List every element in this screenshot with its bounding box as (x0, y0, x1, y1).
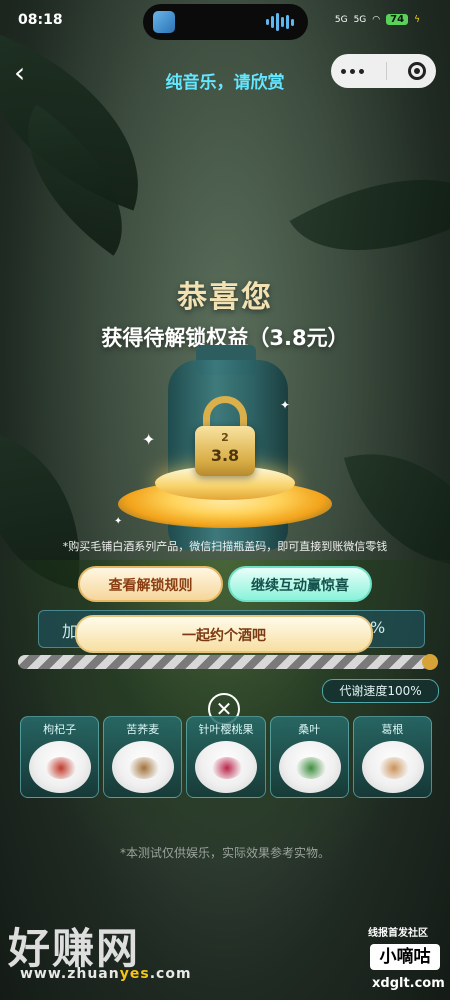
continue-interact-button[interactable]: 继续互动赢惊喜 (228, 566, 372, 602)
ingredient-image (295, 757, 326, 779)
lock-value: 3.8 (210, 446, 240, 465)
ingredient-card[interactable]: 桑叶 (269, 716, 349, 798)
ingredient-name: 针叶樱桃果 (198, 723, 254, 736)
ingredient-name: 苦荞麦 (126, 723, 160, 736)
more-options-icon[interactable] (341, 68, 364, 74)
congrats-heading: 恭喜您 (177, 280, 273, 315)
ingredient-cards: 枸杞子 苦荞麦 针叶樱桃果 桑叶 葛根 (20, 716, 433, 798)
ingredient-image (378, 757, 409, 779)
progress-end-icon (422, 654, 438, 670)
status-time: 08:18 (18, 12, 63, 28)
ingredient-name: 葛根 (381, 723, 404, 736)
purchase-notice: *购买毛铺白酒系列产品，微信扫描瓶盖码，即可直接到账微信零钱 (62, 540, 388, 553)
page-title: 纯音乐，请欣赏 (165, 73, 285, 93)
back-button[interactable]: ‹ (14, 58, 44, 88)
status-bar: 08:18 5G 5G ◠ 74 ϟ (0, 0, 450, 48)
ingredient-card[interactable]: 葛根 (352, 716, 433, 798)
close-miniprogram-icon[interactable] (408, 62, 426, 80)
battery-icon: 74 (386, 14, 409, 25)
dynamic-island (143, 4, 308, 40)
ingredient-name: 桑叶 (298, 723, 321, 736)
ingredient-image (46, 757, 76, 779)
miniprogram-capsule[interactable] (331, 54, 436, 88)
view-rules-button[interactable]: 查看解锁规则 (78, 566, 223, 602)
sparkle-icon: ✦ (114, 516, 123, 527)
drink-together-button[interactable]: 一起约个酒吧 (75, 615, 373, 653)
watermark-site: xdglt.com (372, 976, 445, 991)
ingredient-card[interactable]: 针叶樱桃果 (186, 716, 266, 798)
watermark-url: www.zhuanyes.com (20, 966, 192, 982)
watermark-tagline: 线报首发社区 (368, 928, 428, 939)
ingredient-image (129, 757, 160, 779)
capsule-divider (385, 62, 387, 80)
charging-icon: ϟ (414, 14, 420, 25)
disclaimer-text: *本测试仅供娱乐，实际效果参考实物。 (119, 846, 330, 860)
audio-wave-icon (266, 13, 294, 31)
app-icon (153, 11, 175, 33)
watermark-logo: 小嘀咕 (370, 944, 440, 970)
wifi-icon: ◠ (372, 14, 381, 25)
status-indicators: 5G 5G ◠ 74 ϟ (335, 14, 420, 25)
lock-badge: 2 (221, 431, 229, 444)
signal-icon: 5G (334, 14, 348, 25)
sparkle-icon: ✦ (280, 398, 291, 412)
sparkle-icon: ✦ (142, 430, 156, 449)
ingredient-card[interactable]: 枸杞子 (20, 716, 100, 798)
ingredient-card[interactable]: 苦荞麦 (103, 716, 183, 798)
signal-icon: 5G (353, 14, 367, 25)
metabolism-rate-badge: 代谢速度100% (322, 679, 439, 703)
ingredient-name: 枸杞子 (43, 723, 77, 736)
progress-bar (18, 655, 430, 669)
